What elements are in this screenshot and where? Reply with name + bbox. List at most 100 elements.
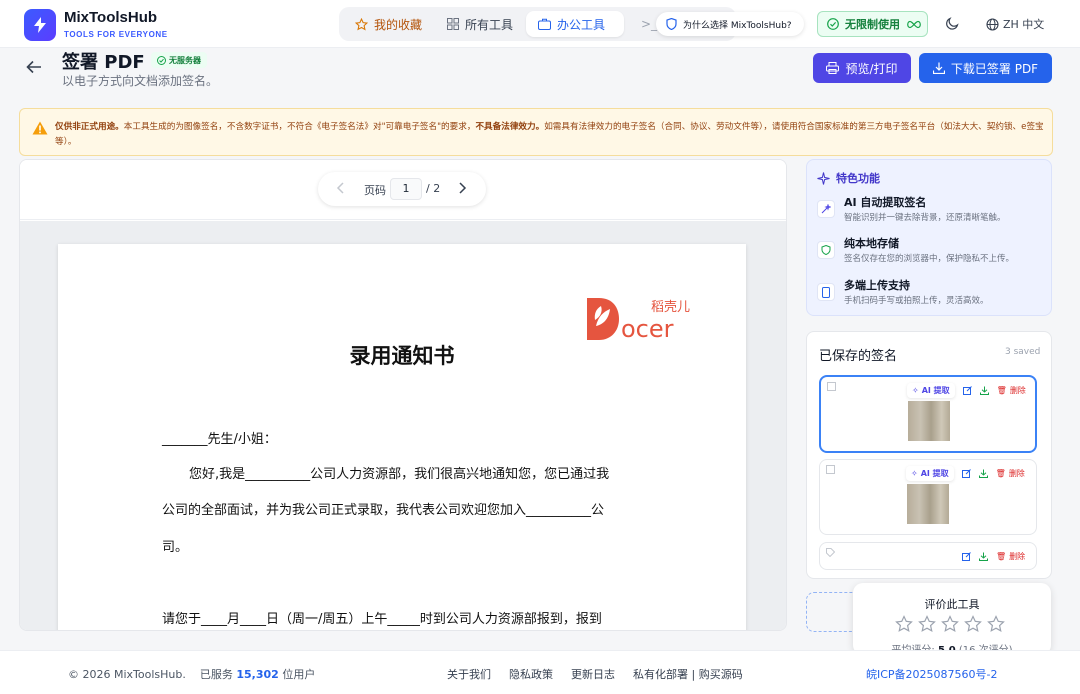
sparkle-icon [817,171,830,185]
rating-popover: 评价此工具 平均评分: 5.0 (16 次评分) [853,583,1051,656]
back-arrow-icon[interactable] [26,60,42,74]
document-line: _______先生/小姐： [162,432,277,447]
download-icon[interactable] [979,552,988,561]
ai-extract-button[interactable]: ✧ AI 提取 [907,382,955,398]
ai-extract-button[interactable]: ✧ AI 提取 [906,465,954,481]
globe-icon [986,17,999,31]
feature-desc: 智能识别并一键去除背景，还原清晰笔触。 [844,213,1006,223]
image-icon [827,382,836,391]
legal-warning-banner: 仅供非正式用途。本工具生成的为图像签名，不含数字证书，不符合《电子签名法》对"可… [19,108,1053,156]
download-icon [932,62,945,74]
tab-favorites-label: 我的收藏 [374,17,423,32]
download-signed-pdf-button[interactable]: 下载已签署 PDF [919,53,1052,83]
footer-links: 关于我们 隐私政策 更新日志 私有化部署 | 购买源码 [447,666,743,682]
footer: © 2026 MixToolsHub. 已服务 15,302 位用户 关于我们 … [0,650,1080,694]
why-choose-pill[interactable]: 为什么选择 MixToolsHub? [656,12,804,36]
footer-link-privacy[interactable]: 隐私政策 [509,666,553,682]
served-count: 15,302 [236,668,279,681]
edit-icon[interactable] [961,468,971,478]
tab-office-tools[interactable]: 办公工具 [526,11,624,37]
tag-icon [826,548,835,557]
document-title: 录用通知书 [349,344,455,368]
trash-icon: 🗑 [995,468,1006,478]
signature-thumbnail [908,401,950,441]
phone-icon [817,283,835,301]
preview-print-label: 预览/打印 [845,61,898,76]
trash-icon: 🗑 [996,385,1007,395]
shield-check-icon [817,241,835,259]
copyright-text: © 2026 MixToolsHub. [68,668,186,681]
infinity-icon [907,20,921,28]
ai-sparkle-icon: ✧ [912,385,919,395]
logo-bolt-icon[interactable] [24,9,56,41]
signature-item[interactable]: ✧ AI 提取 🗑 删除 [819,459,1037,535]
printer-icon [826,62,840,74]
saved-count: 3 saved [1005,347,1041,357]
check-shield-icon [157,55,166,65]
warning-lead: 仅供非正式用途。 [55,122,124,132]
trash-icon: 🗑 [996,551,1007,561]
delete-label: 删除 [1009,385,1026,395]
signature-actions: 🗑 删除 [962,547,1025,565]
tab-all-tools[interactable]: 所有工具 [435,11,525,37]
delete-button[interactable]: 🗑 删除 [996,551,1025,562]
warning-body-a: 本工具生成的为图像签名，不含数字证书，不符合《电子签名法》对"可靠电子签名"的要… [123,122,476,132]
edit-icon[interactable] [962,385,972,395]
signature-actions: ✧ AI 提取 🗑 删除 [906,464,1025,482]
page-total: / 2 [426,182,441,195]
signature-item[interactable]: 🗑 删除 [819,542,1037,570]
feature-title: 多端上传支持 [844,279,910,292]
document-line: 公司的全部面试，并为我公司正式录取，我代表公司欢迎您加入__________公 [162,503,605,518]
page-subtitle: 以电子方式向文档添加签名。 [62,74,219,88]
why-choose-label: 为什么选择 MixToolsHub? [683,20,792,31]
edit-icon[interactable] [962,551,971,561]
star-icon [355,17,368,30]
document-line: 您好,我是__________公司人力资源部，我们很高兴地通知您，您已通过我 [189,467,610,482]
star-icon[interactable] [987,615,1005,633]
document-page[interactable]: ocer 稻壳儿 录用通知书 _______先生/小姐： 您好,我是______… [58,244,746,630]
chevron-left-icon[interactable] [336,182,345,194]
signature-item[interactable]: ✧ AI 提取 🗑 删除 [819,375,1037,453]
page-number-input[interactable]: 1 [390,178,422,200]
chevron-right-icon[interactable] [458,182,467,194]
feature-desc: 手机扫码手写或拍照上传，灵活高效。 [844,296,989,306]
preview-print-button[interactable]: 预览/打印 [813,53,911,83]
served-prefix: 已服务 [199,668,233,681]
saved-signatures-card: 已保存的签名 3 saved ✧ AI 提取 🗑 删除 ✧ AI 提取 🗑 删除 🗑 删除 [806,331,1052,579]
page-title: 签署 PDF [62,52,145,73]
star-rating[interactable] [895,615,1005,633]
top-nav: MixToolsHub TOOLS FOR EVERYONE 我的收藏 所有工具… [0,0,1080,48]
star-icon[interactable] [895,615,913,633]
brand-name[interactable]: MixToolsHub [64,9,157,26]
download-icon[interactable] [979,386,989,395]
warning-triangle-icon [32,121,48,135]
briefcase-icon [538,18,551,30]
feature-title: AI 自动提取签名 [844,196,927,209]
serverless-label: 无服务器 [169,55,201,65]
footer-icp-link[interactable]: 皖ICP备2025087560号-2 [866,666,998,682]
tab-all-tools-label: 所有工具 [465,17,514,32]
unlimited-badge[interactable]: 无限制使用 [817,11,928,37]
download-signed-pdf-label: 下载已签署 PDF [950,61,1039,76]
delete-button[interactable]: 🗑 删除 [996,468,1025,479]
tab-office-tools-label: 办公工具 [557,17,606,32]
star-icon[interactable] [918,615,936,633]
footer-link-about[interactable]: 关于我们 [447,666,491,682]
tab-favorites[interactable]: 我的收藏 [343,11,434,37]
star-icon[interactable] [941,615,959,633]
rating-title: 评价此工具 [924,598,980,611]
footer-link-selfhost[interactable]: 私有化部署 | 购买源码 [633,666,743,682]
ai-sparkle-icon: ✧ [911,468,918,478]
star-icon[interactable] [964,615,982,633]
features-heading: 特色功能 [817,170,880,186]
feature-desc: 签名仅存在您的浏览器中，保护隐私不上传。 [844,254,1015,264]
moon-icon[interactable] [946,17,959,30]
delete-button[interactable]: 🗑 删除 [997,385,1026,396]
footer-copyright: © 2026 MixToolsHub. 已服务 15,302 位用户 [68,666,315,682]
delete-label: 删除 [1008,468,1025,478]
language-switcher[interactable]: ZH 中文 [986,16,1044,32]
footer-link-changelog[interactable]: 更新日志 [571,666,615,682]
features-card: 特色功能 AI 自动提取签名 智能识别并一键去除背景，还原清晰笔触。 纯本地存储… [806,159,1052,316]
serverless-badge: 无服务器 [151,52,207,68]
download-icon[interactable] [978,469,988,478]
